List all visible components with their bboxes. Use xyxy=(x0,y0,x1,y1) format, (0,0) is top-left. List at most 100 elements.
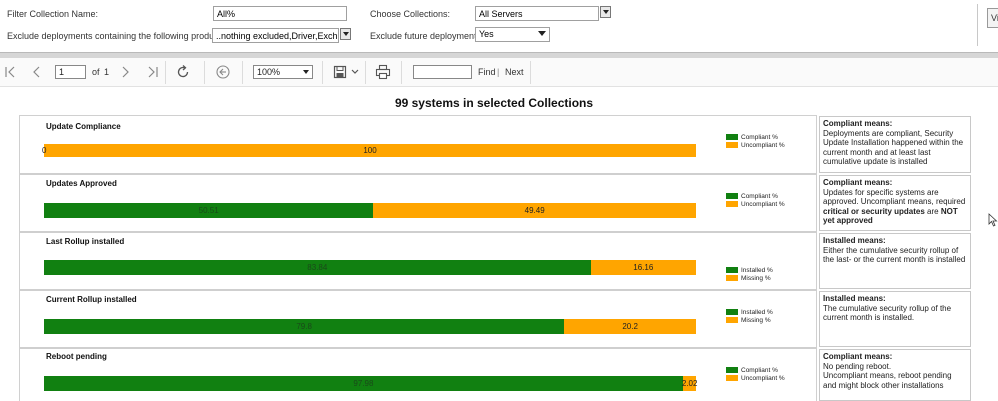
description-title: Compliant means: xyxy=(823,352,893,361)
save-icon[interactable] xyxy=(332,64,348,80)
print-icon[interactable] xyxy=(375,64,391,80)
legend-label: Compliant % xyxy=(741,367,778,374)
data-label: 20.2 xyxy=(622,322,638,331)
legend-swatch xyxy=(726,375,738,382)
description-text: Updates for specific systems are approve… xyxy=(823,187,966,207)
chart-title: Update Compliance xyxy=(46,122,121,131)
report-toolbar: 1 of 1 100% Find | Next xyxy=(0,58,998,87)
first-page-icon[interactable] xyxy=(3,64,19,80)
bar-segment-installed: 79.8 xyxy=(44,319,565,334)
bar-segment-missing: 16.16 xyxy=(590,260,696,275)
choose-collections-dropdown-button[interactable] xyxy=(600,6,611,18)
last-page-icon[interactable] xyxy=(144,64,160,80)
legend-item: Installed % xyxy=(726,267,773,275)
legend-label: Missing % xyxy=(741,275,771,282)
data-label: 2.02 xyxy=(681,379,698,388)
legend-label: Compliant % xyxy=(741,134,778,141)
chart-legend: Compliant % Uncompliant % xyxy=(726,367,785,383)
legend-item: Compliant % xyxy=(726,367,785,375)
next-link[interactable]: Next xyxy=(505,67,524,77)
stacked-bar: 79.8 20.2 xyxy=(44,319,696,334)
chart-legend: Compliant % Uncompliant % xyxy=(726,134,785,150)
next-page-icon[interactable] xyxy=(117,64,133,80)
legend-item: Compliant % xyxy=(726,134,785,142)
legend-swatch xyxy=(726,267,738,274)
chart-title: Reboot pending xyxy=(46,352,107,361)
chevron-down-icon xyxy=(603,10,609,14)
filter-collection-input[interactable]: All% xyxy=(213,6,347,21)
chart-row-update-compliance: Update Compliance 100 0 Compliant % Unco… xyxy=(20,116,817,174)
legend-label: Uncompliant % xyxy=(741,201,785,208)
description-title: Compliant means: xyxy=(823,119,893,128)
total-pages: 1 xyxy=(104,67,110,77)
find-link[interactable]: Find xyxy=(478,67,496,77)
page-number-input[interactable]: 1 xyxy=(55,65,86,79)
description-text: The cumulative security rollup of the cu… xyxy=(823,303,952,323)
chart-legend: Installed % Missing % xyxy=(726,267,773,283)
choose-collections-input[interactable]: All Servers xyxy=(475,6,599,21)
stacked-bar: 83.84 16.16 xyxy=(44,260,696,275)
zoom-value: 100% xyxy=(257,67,281,77)
chart-row-current-rollup: Current Rollup installed 79.8 20.2 Insta… xyxy=(20,291,817,349)
toolbar-divider xyxy=(242,61,243,84)
chart-legend: Compliant % Uncompliant % xyxy=(726,193,785,209)
chevron-down-icon xyxy=(538,31,546,36)
description-current-rollup: Installed means: The cumulative security… xyxy=(819,291,971,347)
legend-swatch xyxy=(726,317,738,324)
bar-segment-uncompliant: 49.49 xyxy=(373,203,696,218)
refresh-icon[interactable] xyxy=(175,64,191,80)
chart-row-last-rollup: Last Rollup installed 83.84 16.16 Instal… xyxy=(20,233,817,291)
legend-swatch xyxy=(726,142,738,149)
description-text: Deployments are compliant, Security Upda… xyxy=(823,128,964,167)
legend-swatch xyxy=(726,201,738,208)
of-label: of xyxy=(92,67,100,77)
parameter-panel: Filter Collection Name: All% Exclude dep… xyxy=(0,0,998,52)
legend-swatch xyxy=(726,275,738,282)
data-label: 16.16 xyxy=(633,263,654,272)
description-text: Uncompliant means, reboot pending and mi… xyxy=(823,371,952,390)
data-label: 79.8 xyxy=(296,322,312,331)
back-icon[interactable] xyxy=(215,64,231,80)
legend-label: Installed % xyxy=(741,267,773,274)
toolbar-divider xyxy=(322,61,323,84)
report-title: 99 systems in selected Collections xyxy=(394,96,594,110)
legend-label: Uncompliant % xyxy=(741,142,785,149)
previous-page-icon[interactable] xyxy=(29,64,45,80)
legend-label: Missing % xyxy=(741,317,771,324)
exclude-future-label: Exclude future deployments xyxy=(370,31,482,41)
chart-title: Last Rollup installed xyxy=(46,237,125,246)
mouse-cursor-icon xyxy=(988,213,998,227)
chart-row-updates-approved: Updates Approved 50.51 49.49 Compliant %… xyxy=(20,175,817,233)
legend-label: Installed % xyxy=(741,309,773,316)
description-text: Either the cumulative security rollup of… xyxy=(823,245,966,265)
zoom-select[interactable]: 100% xyxy=(253,65,313,79)
filter-collection-label: Filter Collection Name: xyxy=(7,9,99,19)
legend-swatch xyxy=(726,193,738,200)
bar-segment-missing: 20.2 xyxy=(564,319,696,334)
chevron-down-icon[interactable] xyxy=(347,64,359,80)
data-label: 49.49 xyxy=(524,206,545,215)
exclude-products-label: Exclude deployments containing the follo… xyxy=(7,31,229,41)
exclude-products-input[interactable]: ..nothing excluded,Driver,Exchang xyxy=(212,28,339,43)
toolbar-divider xyxy=(530,61,531,84)
chart-title: Current Rollup installed xyxy=(46,295,137,304)
description-updates-approved: Compliant means: Updates for specific sy… xyxy=(819,175,971,231)
legend-label: Uncompliant % xyxy=(741,375,785,382)
legend-swatch xyxy=(726,134,738,141)
data-label: 0 xyxy=(42,146,47,155)
view-report-button[interactable]: Vi xyxy=(987,8,998,28)
toolbar-divider xyxy=(365,61,366,84)
find-separator: | xyxy=(497,67,500,77)
toolbar-divider xyxy=(401,61,402,84)
exclude-products-dropdown-button[interactable] xyxy=(340,28,351,40)
data-label: 83.84 xyxy=(307,263,328,272)
find-input[interactable] xyxy=(413,65,472,79)
description-bold: critical or security updates xyxy=(823,206,925,216)
data-label: 100 xyxy=(363,146,377,155)
bar-segment-compliant: 50.51 xyxy=(44,203,374,218)
exclude-future-select[interactable]: Yes xyxy=(475,27,550,42)
legend-item: Missing % xyxy=(726,275,773,283)
description-last-rollup: Installed means: Either the cumulative s… xyxy=(819,233,971,289)
stacked-bar: 50.51 49.49 xyxy=(44,203,696,218)
chart-row-reboot-pending: Reboot pending 97.98 2.02 Compliant % Un… xyxy=(20,349,817,401)
